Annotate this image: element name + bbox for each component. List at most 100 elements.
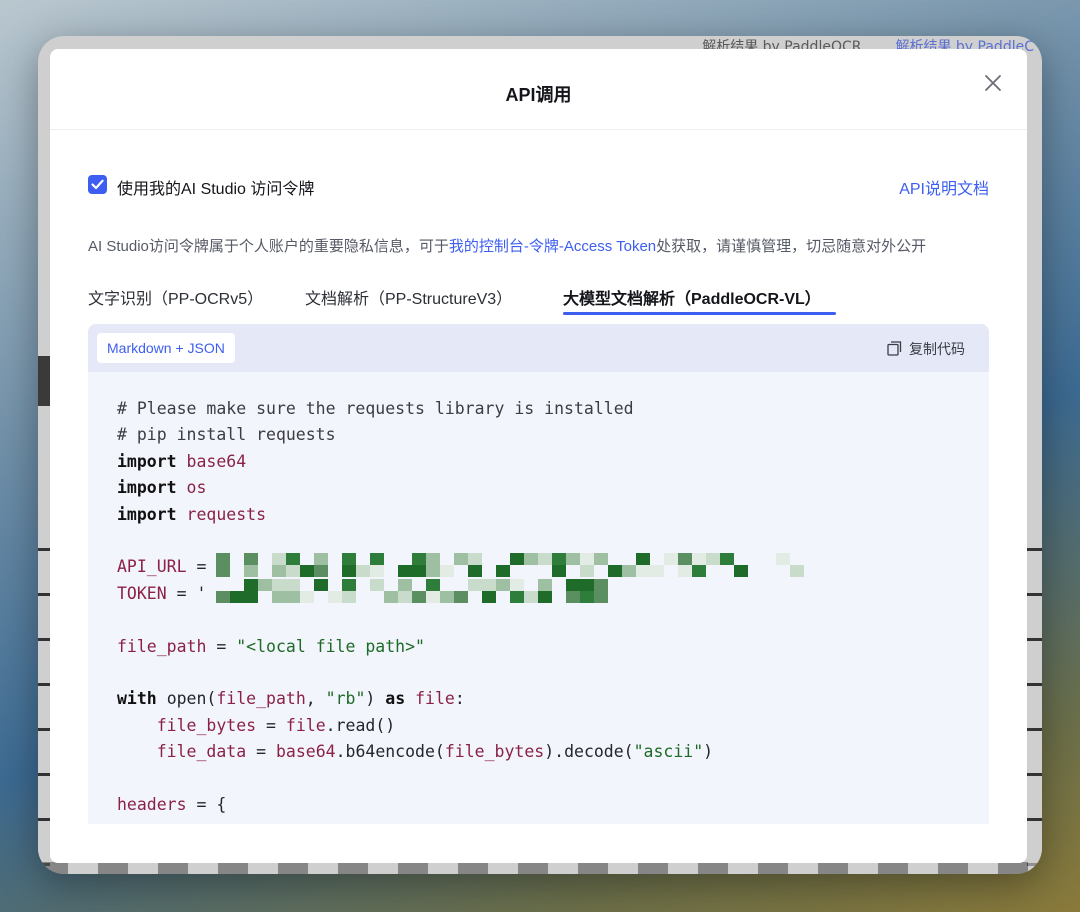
redaction-pixel bbox=[496, 579, 510, 591]
copy-code-label: 复制代码 bbox=[909, 341, 965, 357]
code-comment: # Please make sure the requests library … bbox=[117, 399, 634, 418]
redaction-pixel bbox=[342, 565, 356, 577]
code-keyword: import bbox=[117, 504, 177, 524]
tab-paddleocr-vl[interactable]: 大模型文档解析（PaddleOCR-VL） bbox=[563, 285, 821, 309]
redaction-pixel bbox=[342, 579, 356, 591]
redaction-pixel bbox=[510, 553, 524, 565]
redaction-pixel bbox=[608, 565, 622, 577]
redaction-pixel bbox=[244, 553, 258, 565]
code-panel: Markdown + JSON 复制代码 # Please make sure … bbox=[88, 324, 989, 824]
redaction-pixel bbox=[426, 579, 440, 591]
background-lines-right bbox=[1027, 506, 1042, 874]
use-token-label[interactable]: 使用我的AI Studio 访问令牌 bbox=[117, 175, 314, 199]
redaction-pixel bbox=[286, 565, 300, 577]
redaction-pixel bbox=[482, 591, 496, 603]
redaction-pixel bbox=[468, 565, 482, 577]
redaction-pixel bbox=[230, 591, 244, 603]
code-module: requests bbox=[186, 504, 267, 524]
redaction-pixel bbox=[342, 553, 356, 565]
notice-prefix: AI Studio访问令牌属于个人账户的重要隐私信息，可于 bbox=[88, 238, 449, 255]
redaction-pixel bbox=[468, 553, 482, 565]
background-lines-left bbox=[38, 506, 50, 874]
redaction-pixel bbox=[706, 553, 720, 565]
redaction-pixel bbox=[314, 579, 328, 591]
redaction-pixel bbox=[272, 553, 286, 565]
code-block[interactable]: # Please make sure the requests library … bbox=[117, 396, 713, 819]
redaction-pixel bbox=[272, 565, 286, 577]
tab-ocr[interactable]: 文字识别（PP-OCRv5） bbox=[88, 285, 263, 309]
language-tag[interactable]: Markdown + JSON bbox=[97, 333, 235, 363]
redaction-pixel bbox=[776, 553, 790, 565]
redaction-pixel bbox=[258, 579, 272, 591]
redaction-pixel bbox=[286, 579, 300, 591]
redaction-pixel bbox=[580, 553, 594, 565]
redaction-pixel bbox=[622, 565, 636, 577]
redaction-pixel bbox=[216, 565, 230, 577]
redaction-pixel bbox=[678, 565, 692, 577]
code-variable: base64 bbox=[275, 742, 336, 762]
code-variable: file_path bbox=[216, 689, 306, 709]
copy-code-button[interactable]: 复制代码 bbox=[887, 339, 965, 359]
code-variable: file_path bbox=[117, 636, 207, 656]
redaction-pixel bbox=[720, 553, 734, 565]
copy-icon bbox=[887, 341, 902, 356]
redaction-pixel bbox=[538, 579, 552, 591]
redaction-pixel bbox=[314, 553, 328, 565]
redaction-pixel bbox=[272, 579, 286, 591]
code-variable: file bbox=[285, 715, 326, 735]
notice-suffix: 处获取，请谨慎管理，切忌随意对外公开 bbox=[656, 238, 927, 255]
code-keyword: as bbox=[385, 689, 406, 709]
redaction-pixel bbox=[328, 591, 342, 603]
code-call: open( bbox=[166, 689, 217, 709]
redaction-pixel bbox=[426, 591, 440, 603]
code-call: .b64encode( bbox=[335, 742, 445, 762]
code-string: "<local file path>" bbox=[236, 636, 425, 656]
redaction-pixel bbox=[454, 591, 468, 603]
redaction-pixel bbox=[244, 565, 258, 577]
api-call-modal: API调用 使用我的AI Studio 访问令牌 API说明文档 AI Stud… bbox=[50, 49, 1027, 863]
code-text: = { bbox=[186, 795, 227, 815]
redaction-pixel bbox=[398, 579, 412, 591]
redaction-pixel bbox=[370, 565, 384, 577]
redaction-pixel bbox=[482, 579, 496, 591]
code-string: "ascii" bbox=[633, 742, 704, 762]
code-keyword: with bbox=[117, 689, 157, 709]
redaction-pixel bbox=[356, 565, 370, 577]
code-call: .read() bbox=[325, 715, 396, 735]
modal-title: API调用 bbox=[505, 85, 572, 105]
console-token-link[interactable]: 我的控制台-令牌-Access Token bbox=[449, 238, 656, 255]
redaction-pixel bbox=[468, 579, 482, 591]
redaction-pixel bbox=[538, 591, 552, 603]
api-doc-link[interactable]: API说明文档 bbox=[899, 175, 989, 199]
code-keyword: import bbox=[117, 451, 177, 471]
redaction-pixel bbox=[384, 591, 398, 603]
redaction-pixel bbox=[300, 591, 314, 603]
redaction-pixel bbox=[440, 591, 454, 603]
redaction-pixel bbox=[454, 553, 468, 565]
redaction-pixel bbox=[300, 565, 314, 577]
redaction-pixel bbox=[370, 553, 384, 565]
redaction-pixel bbox=[524, 591, 538, 603]
redaction-pixel bbox=[244, 591, 258, 603]
close-icon[interactable] bbox=[983, 73, 1003, 93]
redaction-pixel bbox=[314, 565, 328, 577]
tab-structure[interactable]: 文档解析（PP-StructureV3） bbox=[305, 285, 512, 309]
redaction-pixel bbox=[594, 591, 608, 603]
redaction-pixel bbox=[636, 565, 650, 577]
redaction-pixel bbox=[398, 565, 412, 577]
code-variable: file_bytes bbox=[156, 715, 257, 735]
redaction-pixel bbox=[412, 565, 426, 577]
redaction-pixel bbox=[216, 591, 230, 603]
redaction-pixel bbox=[412, 591, 426, 603]
redaction-pixel bbox=[566, 579, 580, 591]
redaction-pixel bbox=[566, 591, 580, 603]
redaction-pixel bbox=[370, 579, 384, 591]
active-tab-indicator bbox=[563, 312, 836, 315]
redaction-pixel bbox=[664, 553, 678, 565]
redaction-pixel bbox=[692, 553, 706, 565]
code-comment: # pip install requests bbox=[117, 425, 336, 445]
use-token-checkbox[interactable] bbox=[88, 175, 107, 194]
redaction-pixel bbox=[216, 553, 230, 565]
access-token-row: 使用我的AI Studio 访问令牌 API说明文档 bbox=[88, 174, 989, 199]
redaction-pixel bbox=[650, 565, 664, 577]
